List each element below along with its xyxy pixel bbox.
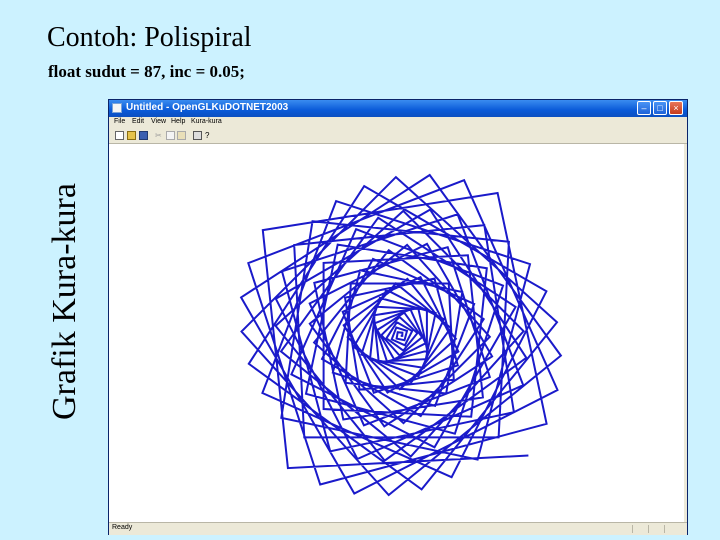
status-pane [648,525,663,533]
copy-icon[interactable] [166,131,175,140]
cut-icon[interactable]: ✂ [155,131,164,140]
window-edge [684,144,687,522]
app-icon [112,103,122,113]
open-folder-icon[interactable] [127,131,136,140]
maximize-button[interactable]: □ [653,101,667,115]
drawing-canvas[interactable] [111,145,685,520]
menu-edit[interactable]: Edit [132,118,144,125]
print-icon[interactable] [193,131,202,140]
menu-kura-kura[interactable]: Kura-kura [191,118,222,125]
status-text: Ready [112,524,133,531]
slide-title: Contoh: Polispiral [47,22,252,53]
menu-help[interactable]: Help [171,118,185,125]
vertical-side-title: Grafik Kura-kura [46,183,83,420]
slide-subtitle: float sudut = 87, inc = 0.05; [48,62,245,81]
toolbar: ✂ ? [109,129,687,144]
app-window: Untitled - OpenGLKuDOTNET2003 – □ × File… [108,99,688,535]
paste-icon[interactable] [177,131,186,140]
status-pane [632,525,647,533]
close-button[interactable]: × [669,101,683,115]
status-bar: Ready [109,522,687,535]
window-title: Untitled - OpenGLKuDOTNET2003 [126,102,289,113]
help-icon[interactable]: ? [205,131,214,140]
new-file-icon[interactable] [115,131,124,140]
polispiral-drawing [239,173,563,497]
save-icon[interactable] [139,131,148,140]
menu-file[interactable]: File [114,118,125,125]
menu-view[interactable]: View [151,118,166,125]
minimize-button[interactable]: – [637,101,651,115]
spiral-path [239,173,563,497]
status-pane [664,525,679,533]
window-title-bar[interactable]: Untitled - OpenGLKuDOTNET2003 – □ × [109,100,687,117]
